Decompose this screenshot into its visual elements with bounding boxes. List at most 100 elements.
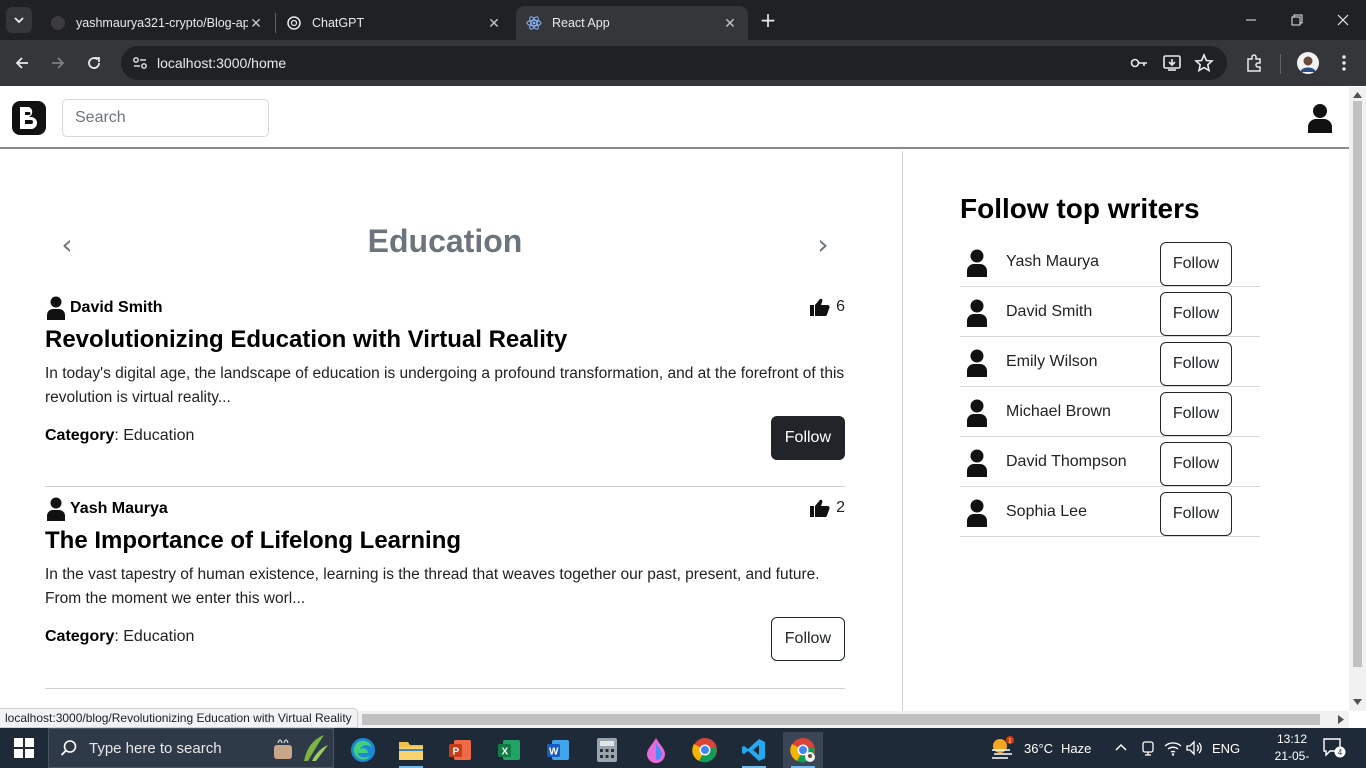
address-bar[interactable]: localhost:3000/home	[121, 46, 1227, 80]
notification-icon: 4	[1323, 738, 1346, 758]
minimize-button[interactable]	[1239, 8, 1263, 32]
weather-widget[interactable]: 1 36°C Haze	[990, 728, 1091, 768]
follow-button[interactable]: Follow	[770, 617, 845, 661]
post-title[interactable]: Revolutionizing Education with Virtual R…	[45, 326, 567, 354]
minimize-icon	[1246, 19, 1256, 21]
clock-date: 21-05-2024	[1274, 749, 1310, 768]
category-prev-button[interactable]: ‹	[57, 231, 77, 259]
close-window-button[interactable]	[1331, 8, 1355, 32]
post-author[interactable]: David Smith	[45, 296, 162, 320]
url-text: localhost:3000/home	[157, 55, 287, 71]
writer-name[interactable]: Yash Maurya	[1006, 253, 1099, 271]
scroll-down-icon[interactable]	[1353, 698, 1362, 706]
svg-text:P: P	[453, 747, 460, 758]
user-profile-icon[interactable]	[1307, 103, 1333, 133]
user-icon	[967, 249, 987, 277]
github-icon	[50, 15, 66, 31]
scrollbar-thumb[interactable]	[362, 714, 1320, 725]
excel-icon: X	[498, 740, 520, 760]
install-app-icon[interactable]	[1161, 52, 1183, 74]
follow-writer-button[interactable]: Follow	[1160, 342, 1232, 386]
category-value: : Education	[114, 628, 195, 645]
tab-react-app[interactable]: React App ✕	[516, 6, 748, 40]
wifi-icon[interactable]	[1164, 728, 1182, 768]
blogger-logo-icon[interactable]	[12, 101, 46, 135]
chrome-icon	[692, 738, 717, 763]
scroll-right-icon[interactable]	[1337, 715, 1345, 724]
taskbar-calculator[interactable]	[587, 732, 627, 768]
writer-name[interactable]: David Thompson	[1006, 453, 1127, 471]
top-writers-title: Follow top writers	[960, 193, 1200, 224]
taskbar-excel[interactable]: X	[489, 732, 529, 768]
taskbar-word[interactable]: W	[538, 732, 578, 768]
tab-github[interactable]: yashmaurya321-crypto/Blog-ap ✕	[40, 6, 274, 40]
folder-icon	[399, 742, 423, 760]
language-text: ENG	[1212, 740, 1241, 756]
post-title[interactable]: The Importance of Lifelong Learning	[45, 527, 461, 555]
tab-title: yashmaurya321-crypto/Blog-ap	[76, 16, 248, 30]
language-indicator[interactable]: ENG	[1212, 728, 1240, 768]
word-icon: W	[547, 740, 569, 760]
user-icon	[967, 349, 987, 377]
like-counter[interactable]: 2	[810, 499, 845, 517]
restore-button[interactable]	[1285, 8, 1309, 32]
tab-search-button[interactable]	[6, 7, 32, 33]
windows-start-icon[interactable]	[14, 738, 34, 758]
taskbar-paint[interactable]	[636, 732, 676, 768]
tab-chatgpt[interactable]: ChatGPT ✕	[276, 6, 512, 40]
profile-avatar[interactable]	[1296, 51, 1320, 75]
search-highlight-icon	[273, 735, 328, 761]
follow-button[interactable]: Follow	[770, 416, 845, 460]
svg-text:W: W	[549, 747, 559, 758]
thumbs-up-icon	[810, 499, 830, 517]
extensions-icon[interactable]	[1243, 52, 1265, 74]
taskbar-search[interactable]: Type here to search	[48, 728, 334, 768]
like-counter[interactable]: 6	[810, 298, 845, 316]
vertical-scrollbar[interactable]	[1349, 87, 1366, 711]
follow-writer-button[interactable]: Follow	[1160, 392, 1232, 436]
follow-writer-button[interactable]: Follow	[1160, 292, 1232, 336]
reload-button[interactable]	[81, 50, 107, 76]
password-key-icon[interactable]	[1128, 52, 1150, 74]
forward-button[interactable]	[45, 50, 71, 76]
search-input[interactable]	[62, 99, 269, 137]
writer-name[interactable]: Michael Brown	[1006, 403, 1111, 421]
scrollbar-thumb[interactable]	[1353, 101, 1362, 667]
category-next-button[interactable]: ›	[813, 231, 833, 259]
close-icon[interactable]: ✕	[248, 15, 264, 31]
writer-name[interactable]: Sophia Lee	[1006, 503, 1087, 521]
taskbar-vscode[interactable]	[734, 732, 774, 768]
browser-menu-icon[interactable]	[1333, 52, 1355, 74]
follow-writer-button[interactable]: Follow	[1160, 442, 1232, 486]
writer-row: Yash Maurya Follow	[960, 237, 1260, 287]
taskbar-file-explorer[interactable]	[391, 732, 431, 768]
site-info-icon[interactable]	[131, 54, 149, 72]
taskbar-edge[interactable]	[343, 732, 383, 768]
volume-icon[interactable]	[1186, 728, 1204, 768]
follow-writer-button[interactable]: Follow	[1160, 242, 1232, 286]
vscode-icon	[742, 739, 765, 761]
post-author[interactable]: Yash Maurya	[45, 497, 168, 521]
clock[interactable]: 13:12 21-05-2024	[1262, 731, 1322, 768]
new-tab-button[interactable]: +	[757, 9, 779, 31]
notification-count: 4	[1338, 748, 1343, 757]
taskbar-search-text: Type here to search	[89, 739, 222, 757]
bookmark-star-icon[interactable]	[1193, 52, 1215, 74]
meet-now-icon[interactable]	[1140, 728, 1156, 768]
toolbar-separator	[1280, 54, 1281, 74]
scroll-up-icon[interactable]	[1353, 91, 1362, 99]
follow-writer-button[interactable]: Follow	[1160, 492, 1232, 536]
chatgpt-icon	[286, 15, 302, 31]
author-name: David Smith	[70, 299, 163, 316]
search-icon	[49, 739, 89, 757]
back-button[interactable]	[9, 50, 35, 76]
close-icon[interactable]: ✕	[486, 15, 502, 31]
taskbar-powerpoint[interactable]: P	[440, 732, 480, 768]
taskbar-chrome[interactable]	[685, 732, 725, 768]
show-hidden-icons[interactable]	[1114, 728, 1128, 768]
writer-name[interactable]: David Smith	[1006, 303, 1092, 321]
notification-center[interactable]: 4	[1322, 728, 1346, 768]
writer-name[interactable]: Emily Wilson	[1006, 353, 1098, 371]
taskbar-chrome-profile[interactable]	[783, 732, 823, 768]
close-icon[interactable]: ✕	[722, 15, 738, 31]
